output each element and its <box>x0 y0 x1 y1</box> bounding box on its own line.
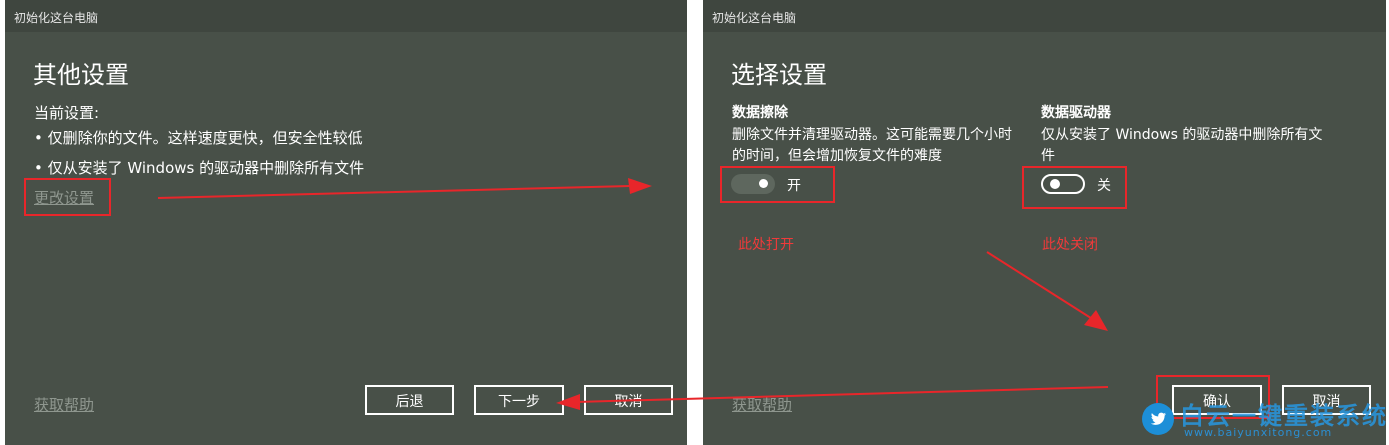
watermark-url: www.baiyunxitong.com <box>1184 426 1333 439</box>
data-erase-title: 数据擦除 <box>732 105 788 121</box>
data-drives-toggle[interactable] <box>1041 174 1085 194</box>
toggle-knob <box>759 179 768 188</box>
right-window-title: 初始化这台电脑 <box>703 0 1386 32</box>
data-drives-desc-line: 件 <box>1041 148 1055 164</box>
data-drives-desc-line: 仅从安装了 Windows 的驱动器中删除所有文 <box>1041 127 1323 143</box>
help-link[interactable]: 获取帮助 <box>732 394 792 415</box>
data-drives-state: 关 <box>1097 178 1111 194</box>
next-button[interactable]: 下一步 <box>474 385 564 415</box>
data-drives-description: 仅从安装了 Windows 的驱动器中删除所有文 件 <box>1041 125 1322 167</box>
toggle-knob <box>1050 179 1060 189</box>
cancel-button[interactable]: 取消 <box>584 385 673 415</box>
right-page-title: 选择设置 <box>731 61 827 89</box>
current-setting-item: • 仅从安装了 Windows 的驱动器中删除所有文件 <box>34 159 365 177</box>
data-erase-toggle[interactable] <box>731 174 775 194</box>
right-dialog: 初始化这台电脑 选择设置 数据擦除 删除文件并清理驱动器。这可能需要几个小时 的… <box>703 0 1386 445</box>
turn-off-note: 此处关闭 <box>1042 237 1098 253</box>
left-window-title: 初始化这台电脑 <box>5 0 687 32</box>
current-setting-item: • 仅删除你的文件。这样速度更快，但安全性较低 <box>34 129 363 147</box>
data-erase-state: 开 <box>787 178 801 194</box>
back-button[interactable]: 后退 <box>365 385 454 415</box>
data-drives-title: 数据驱动器 <box>1041 105 1111 121</box>
left-dialog: 初始化这台电脑 其他设置 当前设置: • 仅删除你的文件。这样速度更快，但安全性… <box>5 0 687 445</box>
help-link[interactable]: 获取帮助 <box>34 394 94 415</box>
turn-on-note: 此处打开 <box>738 237 794 253</box>
twitter-bird-icon <box>1142 403 1174 435</box>
watermark: 白云一键重装系统 www.baiyunxitong.com <box>1138 398 1386 442</box>
left-page-title: 其他设置 <box>33 61 129 89</box>
change-settings-link[interactable]: 更改设置 <box>34 187 94 208</box>
data-erase-desc-line: 的时间，但会增加恢复文件的难度 <box>732 148 942 164</box>
data-erase-description: 删除文件并清理驱动器。这可能需要几个小时 的时间，但会增加恢复文件的难度 <box>732 125 1012 167</box>
current-settings-label: 当前设置: <box>34 104 100 122</box>
data-erase-desc-line: 删除文件并清理驱动器。这可能需要几个小时 <box>732 127 1012 143</box>
